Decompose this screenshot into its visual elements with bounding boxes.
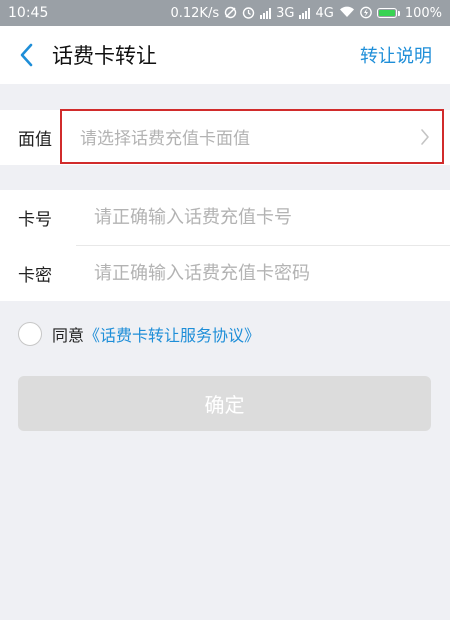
page-title: 话费卡转让 [52,44,157,68]
face-value-placeholder: 请选择话费充值卡面值 [80,129,250,149]
confirm-label: 确定 [204,393,245,417]
app-header: 话费卡转让 转让说明 [0,26,450,84]
chevron-left-icon [20,43,33,67]
card-info-group: 卡号 卡密 [0,190,450,301]
network-speed: 0.12K/s [170,5,220,21]
agreement-link[interactable]: 《话费卡转让服务协议》 [84,322,260,346]
transfer-instructions-link[interactable]: 转让说明 [360,42,432,68]
signal-icon [260,7,272,19]
face-value-select[interactable]: 请选择话费充值卡面值 [60,109,444,164]
network-4g: 4G [315,5,334,21]
status-time: 10:45 [8,5,49,21]
card-number-input[interactable] [94,207,424,228]
card-number-label: 卡号 [18,210,52,230]
agreement-row: 同意 《话费卡转让服务协议》 [18,322,260,346]
battery-level: 100% [404,5,442,21]
card-password-row: 卡密 [0,246,450,301]
alarm-icon [242,6,255,21]
card-password-label: 卡密 [18,266,52,286]
card-password-input[interactable] [94,263,424,284]
agreement-radio[interactable] [18,322,42,346]
network-3g: 3G [276,5,295,21]
confirm-button[interactable]: 确定 [18,376,431,431]
agreement-prefix: 同意 [52,326,85,345]
status-bar: 10:45 0.12K/s 3G 4G 100% [0,0,450,26]
wifi-icon [339,6,355,20]
card-number-row: 卡号 [0,190,450,245]
signal-icon [299,7,311,19]
chevron-right-icon [421,128,429,145]
back-button[interactable] [4,26,48,84]
battery-icon [376,8,400,18]
no-notify-icon [224,6,237,21]
status-indicators: 0.12K/s 3G 4G 100% [170,6,442,21]
charging-icon [359,6,372,21]
